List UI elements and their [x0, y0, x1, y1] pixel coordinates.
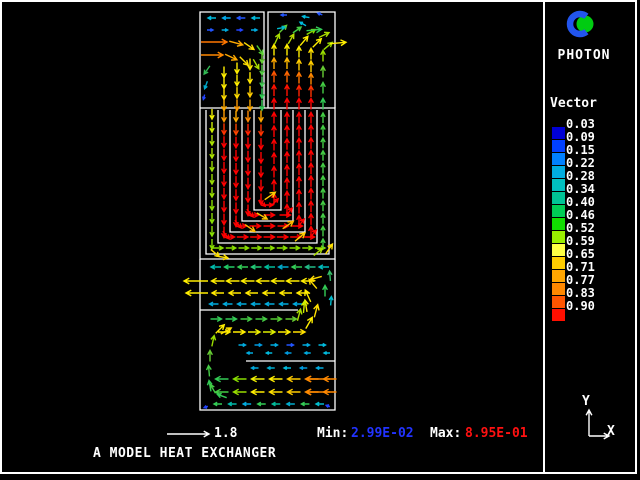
axis-y-label: Y — [582, 394, 590, 409]
max-value: 8.95E-01 — [465, 426, 528, 441]
scale-arrow-value: 1.8 — [214, 426, 237, 441]
legend-swatch — [552, 205, 565, 217]
photon-logo-icon — [558, 4, 610, 46]
legend-value: 0.90 — [566, 299, 595, 313]
legend-swatch — [552, 309, 565, 321]
legend-value: 0.22 — [566, 156, 595, 170]
logo-green-sphere — [577, 16, 594, 33]
legend-value: 0.09 — [566, 130, 595, 144]
legend-swatch — [552, 153, 565, 165]
min-label: Min: — [317, 426, 348, 441]
legend-swatch — [552, 270, 565, 282]
legend-swatch — [552, 127, 565, 139]
legend-value: 0.15 — [566, 143, 595, 157]
legend-swatch — [552, 179, 565, 191]
legend-value: 0.52 — [566, 221, 595, 235]
axis-x-label: X — [607, 424, 615, 439]
legend-swatch — [552, 166, 565, 178]
max-label: Max: — [430, 426, 461, 441]
legend-swatch — [552, 192, 565, 204]
min-value: 2.99E-02 — [351, 426, 414, 441]
legend-swatch — [552, 218, 565, 230]
legend-value: 0.77 — [566, 273, 595, 287]
panel-separator — [543, 1, 545, 473]
app-name: PHOTON — [552, 48, 616, 63]
legend-swatch — [552, 283, 565, 295]
legend-swatch — [552, 257, 565, 269]
legend-value: 0.28 — [566, 169, 595, 183]
legend-swatch — [552, 140, 565, 152]
legend-value: 0.46 — [566, 208, 595, 222]
legend-swatch — [552, 231, 565, 243]
legend-swatch — [552, 244, 565, 256]
legend-value: 0.71 — [566, 260, 595, 274]
legend-value: 0.34 — [566, 182, 595, 196]
legend-value: 0.03 — [566, 117, 595, 131]
legend-title: Vector — [550, 96, 597, 111]
legend-swatch — [552, 296, 565, 308]
legend-value: 0.83 — [566, 286, 595, 300]
legend-value: 0.40 — [566, 195, 595, 209]
legend-value: 0.65 — [566, 247, 595, 261]
legend-value: 0.59 — [566, 234, 595, 248]
photon-window: PHOTON Vector 0.030.090.150.220.280.340.… — [0, 0, 640, 480]
plot-title: A MODEL HEAT EXCHANGER — [93, 446, 276, 461]
window-border — [0, 0, 637, 474]
